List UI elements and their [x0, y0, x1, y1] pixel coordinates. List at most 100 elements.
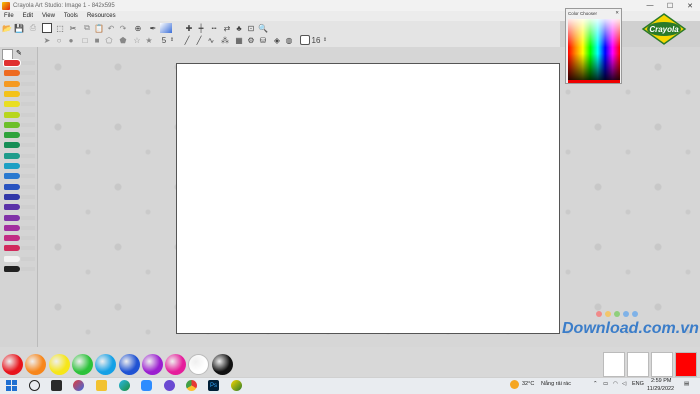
pattern-icon[interactable]: ▦ [234, 35, 244, 45]
crayon-color[interactable] [4, 204, 20, 211]
crayon-color[interactable] [4, 80, 20, 87]
select-icon[interactable]: ⬚ [55, 23, 65, 33]
zoom-icon[interactable]: ⊕ [132, 23, 144, 33]
photoshop-icon[interactable]: Ps [208, 380, 219, 391]
wifi-icon[interactable]: ◠ [613, 381, 618, 387]
color-ball[interactable] [141, 354, 163, 375]
undo-icon[interactable]: ↶ [106, 23, 116, 33]
crosshair-icon[interactable]: ✚ [184, 23, 194, 33]
copy-icon[interactable]: ⧉ [82, 23, 92, 33]
line-thin-icon[interactable]: ╱ [182, 35, 192, 45]
eraser-icon[interactable]: ◈ [272, 35, 282, 45]
clock-time[interactable]: 2:59 PM [651, 378, 671, 384]
magnifier-icon[interactable]: 🔍 [258, 23, 268, 33]
zoom-app-icon[interactable] [141, 380, 152, 391]
menu-edit[interactable]: Edit [23, 13, 33, 19]
spray-icon[interactable]: ⁂ [220, 35, 230, 45]
file-explorer-icon[interactable] [96, 380, 107, 391]
save-icon[interactable]: 💾 [14, 23, 24, 33]
weather-temp[interactable]: 32°C [522, 381, 534, 387]
crayon-color[interactable] [4, 183, 20, 190]
crayon-color[interactable] [4, 266, 20, 272]
horizontal-line-icon[interactable]: ┅ [208, 23, 220, 33]
pentagon-icon[interactable]: ⬠ [104, 35, 114, 45]
color-chooser-close-icon[interactable]: ✕ [615, 10, 621, 16]
color-ball[interactable] [211, 354, 233, 375]
fill-bucket-icon[interactable]: ⛁ [258, 35, 268, 45]
brush-preview-icon[interactable] [300, 35, 310, 45]
menu-resources[interactable]: Resources [87, 13, 116, 19]
color-spectrum[interactable] [568, 19, 620, 82]
minimize-button[interactable]: — [640, 0, 660, 11]
pentagon-filled-icon[interactable]: ⬟ [118, 35, 128, 45]
brush-stepper-icon[interactable]: ⇕ [322, 35, 328, 45]
recent-color-swatch[interactable] [627, 352, 649, 377]
crayon-color[interactable] [4, 101, 20, 108]
color-ball[interactable] [118, 354, 140, 375]
menu-tools[interactable]: Tools [64, 13, 78, 19]
redo-icon[interactable]: ↷ [118, 23, 128, 33]
crayon-color[interactable] [4, 214, 20, 221]
maximize-button[interactable]: ☐ [660, 0, 680, 11]
brush-size-value[interactable]: 16 [311, 35, 321, 45]
crayon-color[interactable] [4, 235, 20, 242]
brush-round-icon[interactable]: ◍ [284, 35, 294, 45]
crayon-color[interactable] [4, 163, 20, 169]
star-filled-icon[interactable]: ★ [144, 35, 154, 45]
crayon-color[interactable] [4, 142, 20, 149]
crayon-color[interactable] [4, 111, 20, 118]
open-icon[interactable]: 📂 [2, 23, 12, 33]
weather-text[interactable]: Nắng rải rác [541, 381, 571, 387]
menu-file[interactable]: File [4, 13, 14, 19]
color-ball[interactable] [2, 354, 23, 375]
recent-color-swatch[interactable] [675, 352, 697, 377]
eyedropper-icon[interactable]: ✒ [148, 23, 158, 33]
crayon-color[interactable] [4, 224, 20, 231]
circle-shape-icon[interactable]: ○ [54, 35, 64, 45]
star-icon[interactable]: ☆ [132, 35, 142, 45]
print-icon[interactable]: ⎙ [28, 23, 38, 33]
menu-view[interactable]: View [42, 13, 55, 19]
weather-icon[interactable] [510, 380, 519, 389]
crayon-color[interactable] [4, 193, 20, 200]
size-stepper-icon[interactable]: ⇕ [169, 35, 175, 45]
cut-icon[interactable]: ✂ [68, 23, 78, 33]
new-page-icon[interactable] [42, 23, 52, 33]
start-button[interactable] [6, 380, 17, 391]
volume-icon[interactable]: ◁ [622, 381, 626, 387]
close-button[interactable]: ✕ [680, 0, 700, 11]
crayon-color[interactable] [4, 121, 20, 128]
mail-icon[interactable] [164, 380, 175, 391]
color-ball[interactable] [71, 354, 93, 375]
crayon-color[interactable] [4, 245, 20, 252]
crayon-color[interactable] [4, 173, 20, 180]
tray-chevron-icon[interactable]: ⌃ [593, 381, 598, 387]
crayon-color[interactable] [4, 255, 20, 262]
gradient-icon[interactable] [160, 23, 172, 33]
recent-color-swatch[interactable] [603, 352, 625, 377]
paste-icon[interactable]: 📋 [94, 23, 104, 33]
crayon-color[interactable] [4, 132, 20, 139]
crayon-color[interactable] [4, 90, 20, 97]
vertical-line-icon[interactable]: ┿ [196, 23, 206, 33]
battery-icon[interactable]: ▭ [603, 381, 608, 387]
drawing-canvas[interactable] [176, 63, 560, 334]
clock-date[interactable]: 11/29/2022 [647, 386, 674, 392]
gear-icon[interactable]: ⚙ [246, 35, 256, 45]
recent-color-swatch[interactable] [651, 352, 673, 377]
pointer-icon[interactable]: ➤ [42, 35, 52, 45]
crayola-taskbar-icon[interactable] [231, 380, 242, 391]
chrome-icon[interactable] [186, 380, 197, 391]
edge-icon[interactable] [119, 380, 130, 391]
stamp-icon[interactable]: ♣ [234, 23, 244, 33]
color-ball[interactable] [48, 354, 70, 375]
language-indicator[interactable]: ENG [632, 381, 644, 387]
task-view-icon[interactable] [51, 380, 62, 391]
photos-icon[interactable] [73, 380, 84, 391]
mirror-icon[interactable]: ⇄ [222, 23, 232, 33]
square-shape-icon[interactable]: □ [80, 35, 90, 45]
crop-icon[interactable]: ⊡ [246, 23, 256, 33]
color-ball[interactable] [165, 354, 187, 375]
crayon-color[interactable] [4, 60, 20, 66]
crayon-color[interactable] [4, 152, 20, 159]
